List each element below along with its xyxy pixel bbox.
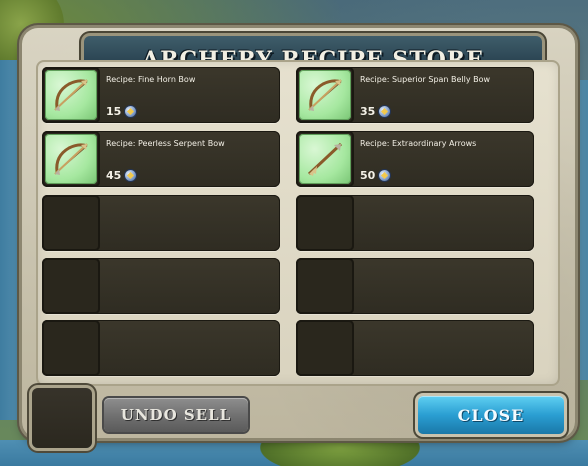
empty-slot[interactable] xyxy=(42,320,280,376)
store-window: Archery Recipe Store Recipe: Fine Horn B… xyxy=(22,28,575,438)
recipe-price: 35 xyxy=(360,105,391,118)
empty-icon-frame xyxy=(296,258,354,314)
empty-icon-frame xyxy=(42,195,100,251)
recipe-slot[interactable]: Recipe: Superior Span Belly Bow 35 xyxy=(296,67,534,123)
recipe-price-value: 15 xyxy=(106,105,122,118)
empty-icon-frame xyxy=(296,195,354,251)
empty-icon-frame xyxy=(42,320,100,376)
recipe-scroll-arrow-icon xyxy=(299,134,351,184)
recipe-slot[interactable]: Recipe: Peerless Serpent Bow 45 xyxy=(42,131,280,187)
empty-slot[interactable] xyxy=(296,195,534,251)
empty-icon-frame xyxy=(42,258,100,314)
empty-icon-frame xyxy=(296,320,354,376)
recipe-name: Recipe: Peerless Serpent Bow xyxy=(106,139,225,148)
recipe-name: Recipe: Fine Horn Bow xyxy=(106,75,196,84)
coin-icon xyxy=(379,170,391,181)
recipe-icon-frame xyxy=(296,67,354,123)
recipe-price: 15 xyxy=(106,105,137,118)
recipe-scroll-bow-icon xyxy=(45,70,97,120)
empty-slot[interactable] xyxy=(296,320,534,376)
recipe-price-value: 45 xyxy=(106,169,122,182)
sell-drop-slot[interactable] xyxy=(32,388,92,448)
coin-icon xyxy=(125,170,137,181)
empty-slot[interactable] xyxy=(42,195,280,251)
recipe-price-value: 35 xyxy=(360,105,376,118)
recipe-slot[interactable]: Recipe: Fine Horn Bow 15 xyxy=(42,67,280,123)
recipe-price-value: 50 xyxy=(360,169,376,182)
close-button[interactable]: Close xyxy=(418,396,564,434)
recipe-scroll-bow-icon xyxy=(299,70,351,120)
empty-slot[interactable] xyxy=(42,258,280,314)
coin-icon xyxy=(379,106,391,117)
recipe-slot[interactable]: Recipe: Extraordinary Arrows 50 xyxy=(296,131,534,187)
recipe-price: 45 xyxy=(106,169,137,182)
recipe-scroll-bow-icon xyxy=(45,134,97,184)
recipe-name: Recipe: Extraordinary Arrows xyxy=(360,139,477,148)
undo-sell-button[interactable]: Undo Sell xyxy=(104,398,248,432)
recipe-icon-frame xyxy=(42,67,100,123)
recipe-icon-frame xyxy=(296,131,354,187)
recipe-icon-frame xyxy=(42,131,100,187)
recipe-name: Recipe: Superior Span Belly Bow xyxy=(360,75,491,84)
coin-icon xyxy=(125,106,137,117)
recipe-price: 50 xyxy=(360,169,391,182)
empty-slot[interactable] xyxy=(296,258,534,314)
